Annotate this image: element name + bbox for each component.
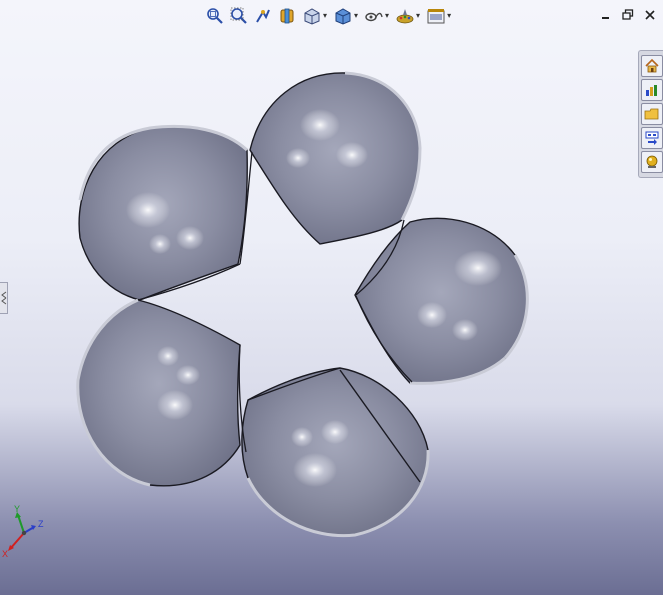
previous-view-icon <box>256 9 270 23</box>
zoom-to-fit-icon <box>207 8 223 24</box>
view-palette-icon <box>645 131 659 145</box>
z-axis-label: Z <box>38 519 44 529</box>
minimize-button[interactable] <box>599 8 613 22</box>
tab-file-explorer[interactable] <box>641 103 663 125</box>
zoom-to-area-button[interactable] <box>228 6 250 26</box>
close-button[interactable] <box>643 8 657 22</box>
section-view-icon <box>280 8 294 24</box>
model-view[interactable] <box>0 0 663 595</box>
close-icon <box>645 10 655 20</box>
restore-icon <box>622 9 634 20</box>
tab-solidworks-resources[interactable] <box>641 55 663 77</box>
section-view-button[interactable] <box>276 6 298 26</box>
apply-scene-button[interactable]: ▾ <box>424 6 453 26</box>
previous-view-button[interactable] <box>252 6 274 26</box>
tab-appearances[interactable] <box>641 151 663 173</box>
lobe-bottom <box>241 367 430 538</box>
hide-show-items-button[interactable]: ▾ <box>362 6 391 26</box>
lobe-lower-left <box>76 298 241 487</box>
y-axis-label: Y <box>14 505 20 514</box>
file-explorer-icon <box>644 108 659 120</box>
minimize-icon <box>602 17 609 19</box>
lobe-upper-left <box>78 124 249 301</box>
view-orientation-button[interactable]: ▾ <box>300 6 329 26</box>
x-axis-label: X <box>2 549 8 559</box>
zoom-to-area-icon <box>230 7 247 24</box>
graphics-viewport[interactable]: ▾ ▾ ▾ ▾ ▾ X Y Z <box>0 0 663 595</box>
reference-triad: X Y Z <box>2 505 44 559</box>
lobe-right <box>354 217 529 385</box>
view-orientation-icon <box>304 8 320 25</box>
edit-appearance-button[interactable]: ▾ <box>393 6 422 26</box>
zoom-to-fit-button[interactable] <box>204 6 226 26</box>
display-style-button[interactable]: ▾ <box>331 6 360 26</box>
panel-collapse-handle[interactable] <box>0 282 8 314</box>
lobe-top <box>249 71 422 245</box>
tab-view-palette[interactable] <box>641 127 663 149</box>
collapse-arrows-icon <box>0 291 6 305</box>
tab-design-library[interactable] <box>641 79 663 101</box>
apply-scene-icon <box>427 9 445 24</box>
design-library-icon <box>646 85 657 96</box>
restore-button[interactable] <box>621 8 635 22</box>
edit-appearance-icon <box>396 9 414 24</box>
display-style-icon <box>335 8 351 25</box>
window-controls <box>599 8 657 22</box>
home-icon <box>645 58 659 73</box>
appearances-icon <box>646 155 658 168</box>
task-pane-tabs <box>638 50 663 178</box>
hide-show-items-icon <box>365 12 383 22</box>
heads-up-view-toolbar: ▾ ▾ ▾ ▾ ▾ <box>204 5 453 27</box>
